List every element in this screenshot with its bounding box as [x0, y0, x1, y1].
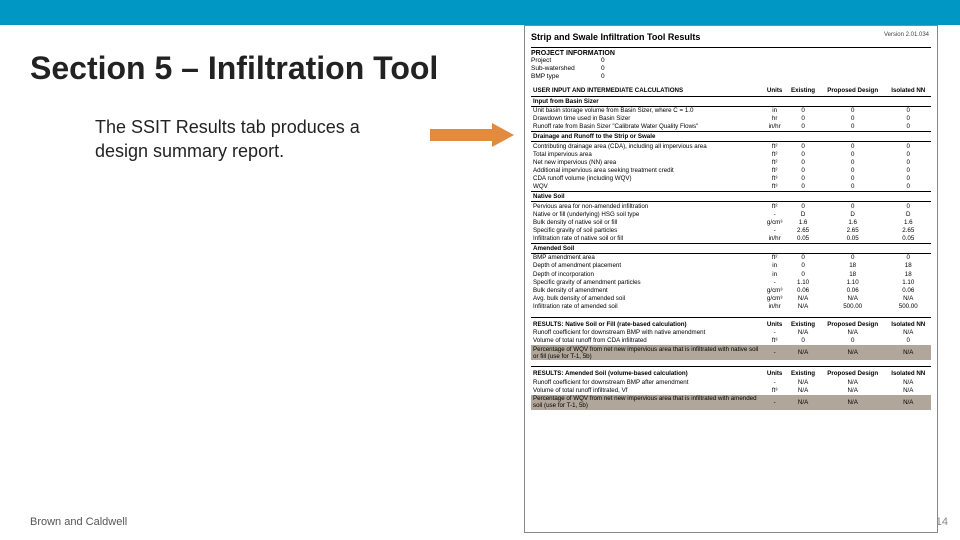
- table-row: Runoff coefficient for downstream BMP wi…: [531, 329, 931, 337]
- project-info-row: Sub-watershed0: [531, 65, 931, 73]
- top-accent-bar: [0, 0, 960, 25]
- table-row: Native or fill (underlying) HSG soil typ…: [531, 210, 931, 218]
- table-row: Bulk density of amendmentg/cm³0.060.060.…: [531, 286, 931, 294]
- table-row: Unit basin storage volume from Basin Siz…: [531, 106, 931, 115]
- arrow-icon: [430, 123, 520, 147]
- table-row: Volume of total runoff from CDA infiltra…: [531, 337, 931, 345]
- section-title: Section 5 – Infiltration Tool: [30, 50, 438, 87]
- table-row: Drawdown time used in Basin Sizerhr000: [531, 115, 931, 123]
- report-version: Version 2.01.034: [884, 32, 929, 38]
- col-units: Units: [763, 86, 786, 96]
- table-row: Specific gravity of soil particles-2.652…: [531, 226, 931, 234]
- table-row: Avg. bulk density of amended soilg/cm³N/…: [531, 294, 931, 302]
- project-info-row: BMP type0: [531, 73, 931, 81]
- table-row: Infiltration rate of native soil or fill…: [531, 235, 931, 244]
- section-name: Native Soil: [531, 191, 931, 201]
- calc-table: USER INPUT AND INTERMEDIATE CALCULATIONS…: [531, 86, 931, 310]
- results-amended-header: RESULTS: Amended Soil (volume-based calc…: [531, 367, 763, 379]
- table-row: Specific gravity of amendment particles-…: [531, 278, 931, 286]
- table-row: Depth of amendment placementin01818: [531, 262, 931, 270]
- project-info-row: Project0: [531, 57, 931, 65]
- report-title: Strip and Swale Infiltration Tool Result…: [531, 32, 931, 42]
- section-name: Input from Basin Sizer: [531, 96, 931, 106]
- body-text: The SSIT Results tab produces a design s…: [95, 115, 415, 164]
- results-native-table: RESULTS: Native Soil or Fill (rate-based…: [531, 317, 931, 361]
- report-preview: Strip and Swale Infiltration Tool Result…: [524, 25, 938, 533]
- col-proposed: Proposed Design: [820, 86, 886, 96]
- col-isolated: Isolated NN: [885, 86, 931, 96]
- table-row: CDA runoff volume (including WQV)ft³000: [531, 175, 931, 183]
- table-row: Percentage of WQV from net new imperviou…: [531, 395, 931, 410]
- table-row: Percentage of WQV from net new imperviou…: [531, 345, 931, 360]
- table-row: Pervious area for non-amended infiltrati…: [531, 202, 931, 211]
- table-row: Runoff rate from Basin Sizer "Calibrate …: [531, 123, 931, 132]
- section-name: Drainage and Runoff to the Strip or Swal…: [531, 132, 931, 142]
- table-row: Infiltration rate of amended soilin/hrN/…: [531, 303, 931, 311]
- project-info-header: PROJECT INFORMATION: [531, 47, 931, 57]
- table-row: Net new impervious (NN) areaft²000: [531, 158, 931, 166]
- col-existing: Existing: [786, 86, 820, 96]
- results-amended-table: RESULTS: Amended Soil (volume-based calc…: [531, 366, 931, 410]
- results-native-header: RESULTS: Native Soil or Fill (rate-based…: [531, 317, 763, 329]
- table-row: Total impervious areaft²000: [531, 150, 931, 158]
- table-row: Additional impervious area seeking treat…: [531, 167, 931, 175]
- table-row: Bulk density of native soil or fillg/cm³…: [531, 218, 931, 226]
- table-row: Volume of total runoff infiltrated, Vfft…: [531, 387, 931, 395]
- col-main: USER INPUT AND INTERMEDIATE CALCULATIONS: [531, 86, 763, 96]
- table-row: Contributing drainage area (CDA), includ…: [531, 142, 931, 151]
- footer-credit: Brown and Caldwell: [30, 516, 127, 528]
- table-row: WQVft³000: [531, 183, 931, 192]
- table-row: Runoff coefficient for downstream BMP af…: [531, 378, 931, 386]
- section-name: Amended Soil: [531, 243, 931, 253]
- table-row: Depth of incorporationin01818: [531, 270, 931, 278]
- table-row: BMP amendment areaft²000: [531, 253, 931, 262]
